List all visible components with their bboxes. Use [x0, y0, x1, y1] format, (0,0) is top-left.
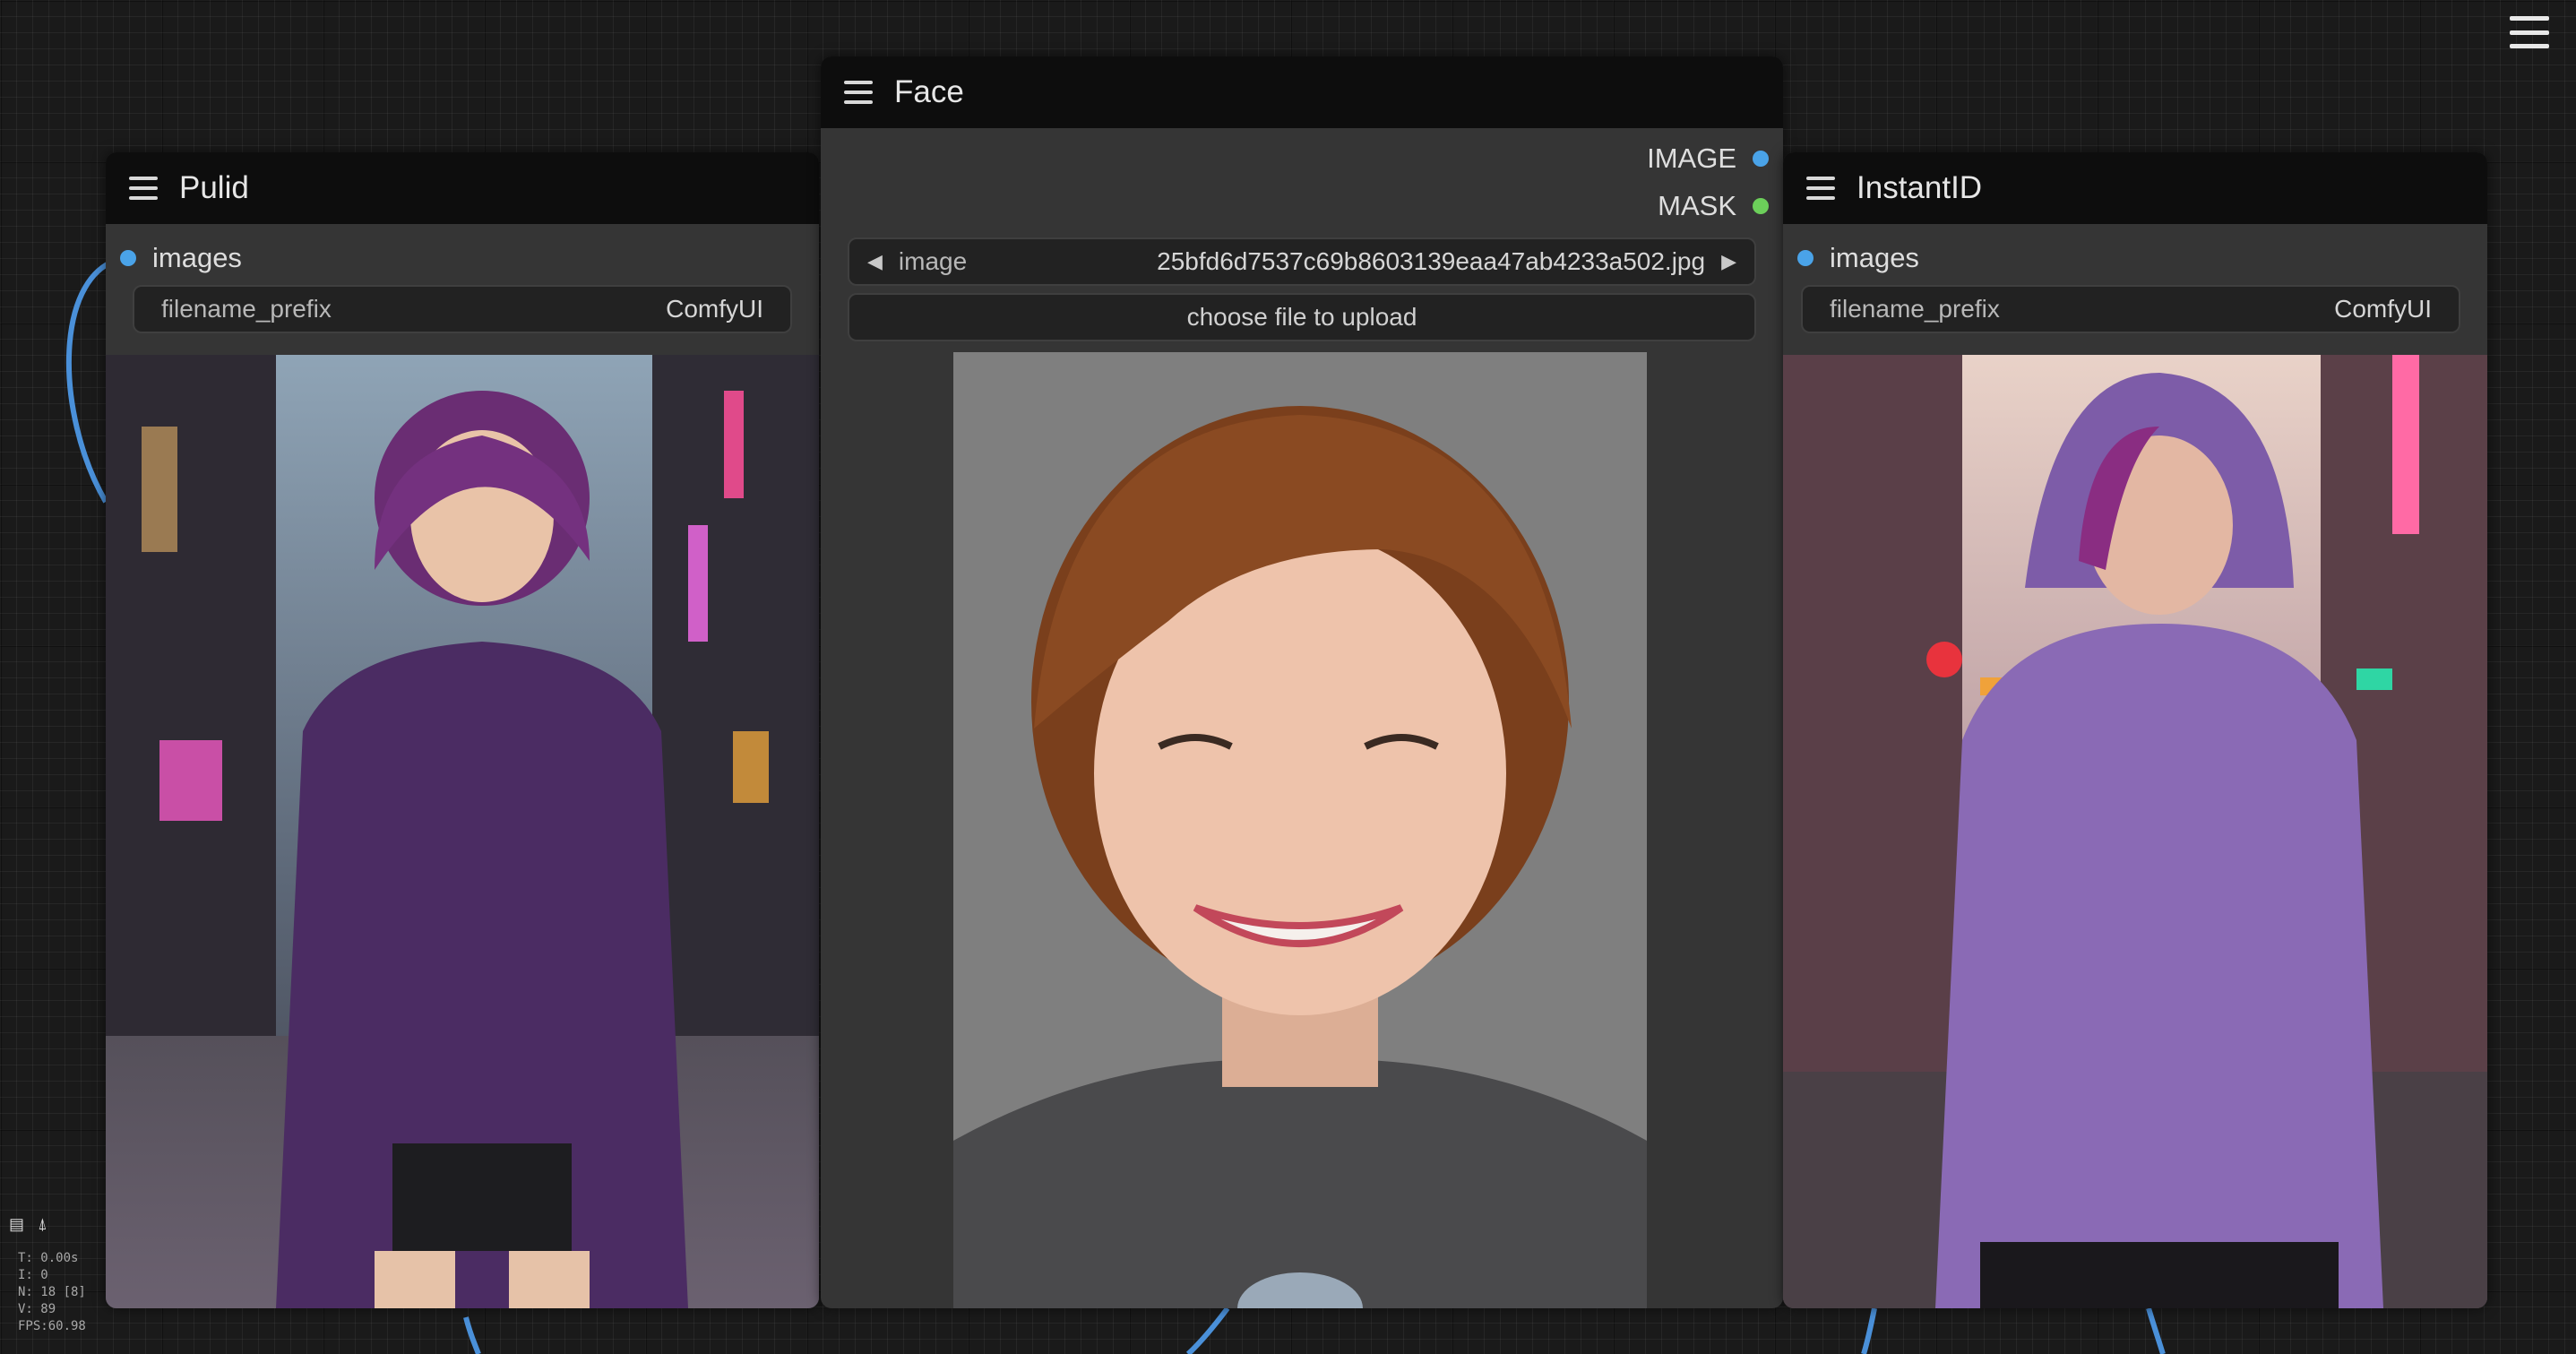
render-stats: T: 0.00s I: 0 N: 18 [8] V: 89 FPS:60.98: [18, 1250, 86, 1335]
node-title-bar[interactable]: InstantID: [1783, 152, 2487, 224]
link-instantid-bottom-a: [1861, 1307, 1877, 1354]
node-menu-icon[interactable]: [129, 177, 158, 200]
image-slot-dot[interactable]: [1797, 250, 1814, 266]
node-title: Face: [894, 74, 964, 109]
node-menu-icon[interactable]: [1806, 177, 1835, 200]
node-face[interactable]: Face IMAGE MASK ◀ image 25bfd6d7537c69b8…: [821, 56, 1783, 1308]
node-title: InstantID: [1857, 170, 1983, 205]
widget-label: filename_prefix: [1830, 295, 2000, 323]
image-slot-dot[interactable]: [120, 250, 136, 266]
output-slot-image[interactable]: IMAGE: [1647, 142, 1769, 175]
link-instantid-bottom-b: [2146, 1307, 2166, 1354]
slot-label: MASK: [1658, 190, 1736, 221]
upload-label: choose file to upload: [1186, 303, 1417, 331]
slot-label: images: [1830, 242, 1919, 273]
filename-prefix-widget[interactable]: filename_prefix ComfyUI: [1801, 285, 2460, 333]
document-icon[interactable]: ▤: [9, 1215, 25, 1233]
filename-prefix-widget[interactable]: filename_prefix ComfyUI: [133, 285, 792, 333]
input-slot-images[interactable]: images: [120, 242, 242, 274]
widget-label: filename_prefix: [161, 295, 332, 323]
next-arrow-icon[interactable]: ▶: [1721, 250, 1736, 273]
node-menu-icon[interactable]: [844, 81, 873, 104]
image-combo-widget[interactable]: ◀ image 25bfd6d7537c69b8603139eaa47ab423…: [848, 237, 1756, 286]
node-title-bar[interactable]: Pulid: [106, 152, 819, 224]
image-slot-dot[interactable]: [1753, 151, 1769, 167]
stat-line: T: 0.00s: [18, 1251, 79, 1265]
output-image-preview: [106, 355, 819, 1308]
stat-line: FPS:60.98: [18, 1319, 86, 1333]
stat-line: N: 18 [8]: [18, 1285, 86, 1299]
prev-arrow-icon[interactable]: ◀: [867, 250, 883, 273]
pin-icon[interactable]: ⍋: [38, 1215, 54, 1233]
stats-toolbar: ▤ ⍋: [9, 1215, 54, 1233]
widget-value: 25bfd6d7537c69b8603139eaa47ab4233a502.jp…: [1157, 247, 1706, 275]
node-pulid[interactable]: Pulid images filename_prefix ComfyUI: [106, 152, 819, 1308]
widget-value: ComfyUI: [2334, 295, 2432, 323]
widget-value: ComfyUI: [666, 295, 763, 323]
link-face-bottom: [1185, 1307, 1230, 1354]
node-title-bar[interactable]: Face: [821, 56, 1783, 128]
input-slot-images[interactable]: images: [1797, 242, 1919, 274]
stat-line: I: 0: [18, 1268, 48, 1282]
node-title: Pulid: [179, 170, 249, 205]
hamburger-menu-icon[interactable]: [2510, 16, 2549, 48]
mask-slot-dot[interactable]: [1753, 198, 1769, 214]
stat-line: V: 89: [18, 1302, 56, 1316]
link-pulid-bottom: [463, 1316, 481, 1354]
output-slot-mask[interactable]: MASK: [1658, 190, 1769, 222]
widget-label: image: [898, 247, 968, 275]
node-instantid[interactable]: InstantID images filename_prefix ComfyUI: [1783, 152, 2487, 1308]
output-image-preview: [1783, 355, 2487, 1308]
slot-label: images: [152, 242, 242, 273]
graph-canvas[interactable]: Pulid images filename_prefix ComfyUI Fac…: [0, 0, 2576, 1354]
slot-label: IMAGE: [1647, 142, 1736, 174]
image-preview: [953, 352, 1647, 1308]
upload-button[interactable]: choose file to upload: [848, 293, 1756, 341]
